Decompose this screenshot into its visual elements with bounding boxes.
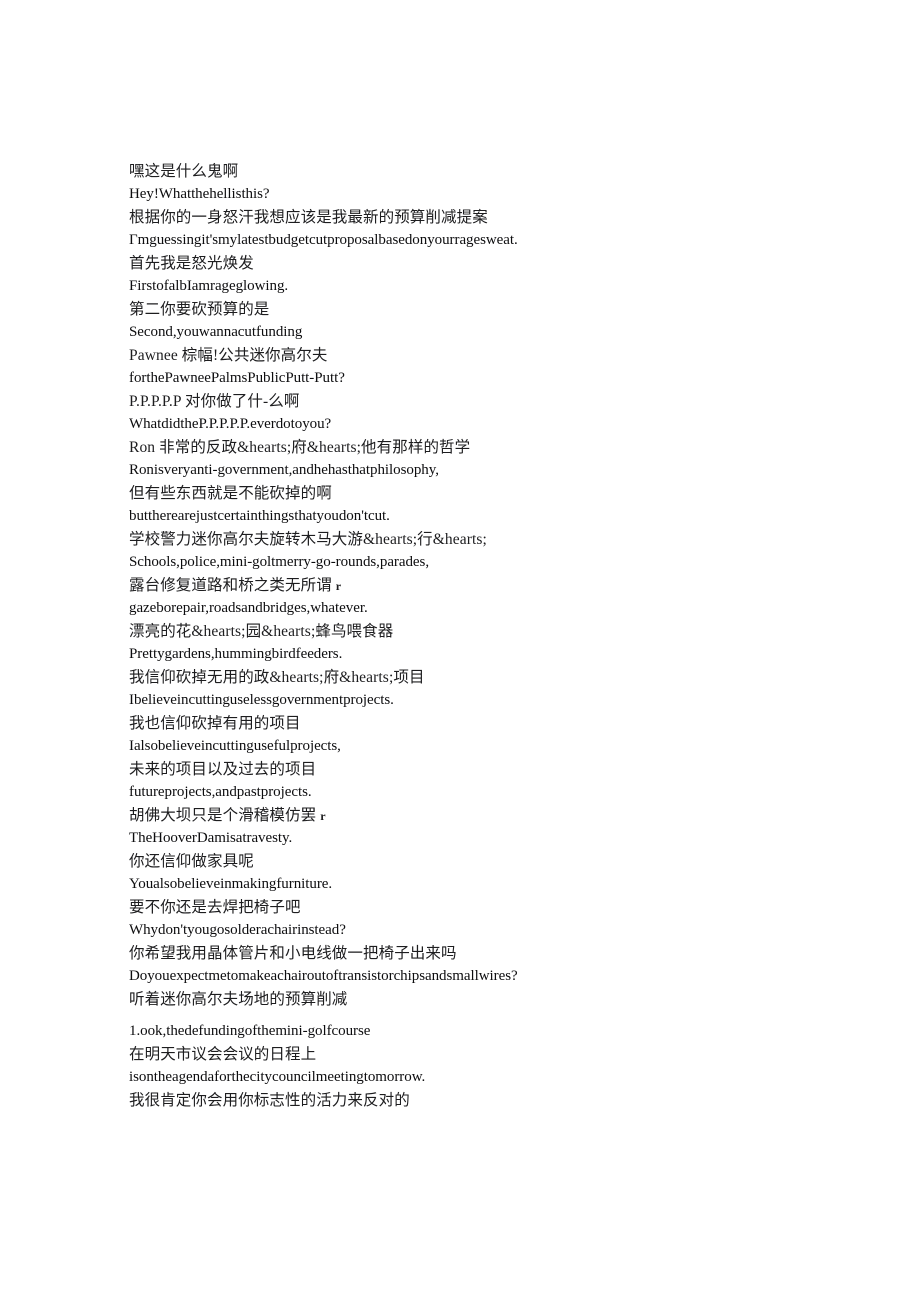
- transcript-line: isontheagendaforthecitycouncilmeetingtom…: [129, 1066, 829, 1089]
- document-page: 嘿这是什么鬼啊 Hey!Whatthehellisthis? 根据你的一身怒汗我想应…: [0, 0, 920, 1301]
- transcript-line: forthePawneePalmsPublicPutt-Putt?: [129, 367, 829, 390]
- transcript-line: Youalsobelieveinmakingfurniture.: [129, 873, 829, 896]
- transcript-line-text: 你希望我用晶体管片和小电线做一把椅子出来吗: [129, 945, 457, 962]
- transcript-line-text: Γmguessingit'smylatestbudgetcutproposalb…: [129, 232, 518, 248]
- transcript-line: Ibelieveincuttinguselessgovernmentprojec…: [129, 689, 829, 712]
- transcript-line-text: forthePawneePalmsPublicPutt-Putt?: [129, 370, 345, 386]
- transcript-line: 你还信仰做家具呢: [129, 850, 829, 873]
- transcript-line-text: 未来的项目以及过去的项目: [129, 761, 317, 778]
- transcript-line: Ron 非常的反政&hearts;府&hearts;他有那样的哲学: [129, 436, 829, 459]
- transcript-line-text: 我也信仰砍掉有用的项目: [129, 715, 301, 732]
- transcript-line: TheHooverDamisatravesty.: [129, 827, 829, 850]
- transcript-line: 第二你要砍预算的是: [129, 298, 829, 321]
- transcript-line-text: P.P.P.P.P 对你做了什-么啊: [129, 393, 300, 410]
- transcript-line-text: Schools,police,mini-goltmerry-go-rounds,…: [129, 554, 430, 570]
- transcript-text-block: 嘿这是什么鬼啊 Hey!Whatthehellisthis? 根据你的一身怒汗我想应…: [129, 160, 829, 1112]
- transcript-line-text: 胡佛大坝只是个滑稽模仿罢: [129, 807, 317, 824]
- transcript-line-text: Youalsobelieveinmakingfurniture.: [129, 876, 333, 892]
- transcript-line-text: 在明天市议会会议的日程上: [129, 1046, 317, 1063]
- transcript-line: 我也信仰砍掉有用的项目: [129, 712, 829, 735]
- transcript-line-text: 根据你的一身怒汗我想应该是我最新的预算削减提案: [129, 209, 488, 226]
- transcript-line: Doyouexpectmetomakeachairoutoftransistor…: [129, 965, 829, 988]
- transcript-line: Whydon'tyougosolderachairinstead?: [129, 919, 829, 942]
- transcript-line: Γmguessingit'smylatestbudgetcutproposalb…: [129, 229, 829, 252]
- transcript-line: Schools,police,mini-goltmerry-go-rounds,…: [129, 551, 829, 574]
- ocr-artifact-glyph: r: [320, 809, 326, 823]
- transcript-line-text: buttherearejustcertainthingsthatyoudon't…: [129, 508, 390, 524]
- transcript-line: 未来的项目以及过去的项目: [129, 758, 829, 781]
- transcript-line-text: 第二你要砍预算的是: [129, 301, 270, 318]
- transcript-line-text: WhatdidtheP.P.P.P.P.everdotoyou?: [129, 416, 332, 432]
- transcript-line-text: 漂亮的花&hearts;园&hearts;蜂鸟喂食器: [129, 623, 394, 640]
- transcript-line: 我信仰砍掉无用的政&hearts;府&hearts;项目: [129, 666, 829, 689]
- transcript-line: 要不你还是去焊把椅子吧: [129, 896, 829, 919]
- transcript-line: 胡佛大坝只是个滑稽模仿罢 r: [129, 804, 829, 827]
- transcript-line-text: Ronisveryanti-government,andhehasthatphi…: [129, 462, 439, 478]
- transcript-line: 学校警力迷你高尔夫旋转木马大游&hearts;行&hearts;: [129, 528, 829, 551]
- transcript-line: 嘿这是什么鬼啊: [129, 160, 829, 183]
- transcript-line: buttherearejustcertainthingsthatyoudon't…: [129, 505, 829, 528]
- transcript-line-text: 1.ook,thedefundingofthemini-golfcourse: [129, 1023, 371, 1039]
- transcript-line: 漂亮的花&hearts;园&hearts;蜂鸟喂食器: [129, 620, 829, 643]
- transcript-line-text: 但有些东西就是不能砍掉的啊: [129, 485, 332, 502]
- transcript-line: 1.ook,thedefundingofthemini-golfcourse: [129, 1020, 829, 1043]
- transcript-line: WhatdidtheP.P.P.P.P.everdotoyou?: [129, 413, 829, 436]
- transcript-line: P.P.P.P.P 对你做了什-么啊: [129, 390, 829, 413]
- transcript-line-text: 听着迷你高尔夫场地的预算削减: [129, 991, 348, 1008]
- transcript-line: Ronisveryanti-government,andhehasthatphi…: [129, 459, 829, 482]
- transcript-line: Hey!Whatthehellisthis?: [129, 183, 829, 206]
- transcript-line: 你希望我用晶体管片和小电线做一把椅子出来吗: [129, 942, 829, 965]
- transcript-line-text: Ron 非常的反政&hearts;府&hearts;他有那样的哲学: [129, 439, 471, 456]
- transcript-line-text: FirstofalbIamrageglowing.: [129, 278, 289, 294]
- transcript-line-text: isontheagendaforthecitycouncilmeetingtom…: [129, 1069, 426, 1085]
- transcript-line-text: Ialsobelieveincuttingusefulprojects,: [129, 738, 341, 754]
- transcript-line-text: Ibelieveincuttinguselessgovernmentprojec…: [129, 692, 394, 708]
- transcript-line: Second,youwannacutfunding: [129, 321, 829, 344]
- ocr-artifact-glyph: r: [335, 579, 342, 593]
- transcript-line-text: 嘿这是什么鬼啊: [129, 163, 239, 180]
- transcript-line: 根据你的一身怒汗我想应该是我最新的预算削减提案: [129, 206, 829, 229]
- transcript-line: Prettygardens,hummingbirdfeeders.: [129, 643, 829, 666]
- transcript-line: 但有些东西就是不能砍掉的啊: [129, 482, 829, 505]
- transcript-line: 首先我是怒光焕发: [129, 252, 829, 275]
- transcript-line-text: 要不你还是去焊把椅子吧: [129, 899, 301, 916]
- transcript-line: 我很肯定你会用你标志性的活力来反对的: [129, 1089, 829, 1112]
- transcript-line-text: futureprojects,andpastprojects.: [129, 784, 312, 800]
- transcript-line: Pawnee 棕幅!公共迷你高尔夫: [129, 344, 829, 367]
- transcript-line-text: gazeborepair,roadsandbridges,whatever.: [129, 600, 368, 616]
- transcript-line: gazeborepair,roadsandbridges,whatever.: [129, 597, 829, 620]
- transcript-line-text: 露台修复道路和桥之类无所谓: [129, 577, 332, 594]
- transcript-line: 听着迷你高尔夫场地的预算削减: [129, 988, 829, 1011]
- transcript-line: futureprojects,andpastprojects.: [129, 781, 829, 804]
- transcript-line-text: 我很肯定你会用你标志性的活力来反对的: [129, 1092, 410, 1109]
- transcript-line-text: 首先我是怒光焕发: [129, 255, 254, 272]
- transcript-line-text: Prettygardens,hummingbirdfeeders.: [129, 646, 343, 662]
- transcript-line: 在明天市议会会议的日程上: [129, 1043, 829, 1066]
- transcript-line-text: Hey!Whatthehellisthis?: [129, 186, 270, 202]
- transcript-line-text: Pawnee 棕幅!公共迷你高尔夫: [129, 347, 328, 364]
- transcript-line: FirstofalbIamrageglowing.: [129, 275, 829, 298]
- transcript-line-text: Whydon'tyougosolderachairinstead?: [129, 922, 346, 938]
- transcript-line-text: TheHooverDamisatravesty.: [129, 830, 293, 846]
- transcript-line-text: Doyouexpectmetomakeachairoutoftransistor…: [129, 968, 518, 984]
- transcript-line: Ialsobelieveincuttingusefulprojects,: [129, 735, 829, 758]
- transcript-line-text: 学校警力迷你高尔夫旋转木马大游&hearts;行&hearts;: [129, 531, 487, 548]
- transcript-line-text: Second,youwannacutfunding: [129, 324, 303, 340]
- transcript-line: 露台修复道路和桥之类无所谓 r: [129, 574, 829, 597]
- transcript-line-text: 我信仰砍掉无用的政&hearts;府&hearts;项目: [129, 669, 425, 686]
- transcript-line-text: 你还信仰做家具呢: [129, 853, 254, 870]
